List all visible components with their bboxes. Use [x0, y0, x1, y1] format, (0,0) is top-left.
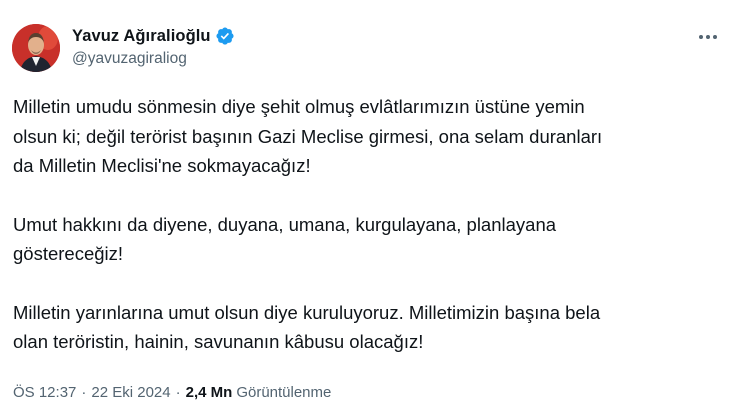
tweet-paragraph: Milletin yarınlarına umut olsun diye kur… — [13, 298, 713, 357]
tweet-line: Umut hakkını da diyene, duyana, umana, k… — [13, 213, 557, 235]
tweet-line: olan teröristin, hainin, savunanın kâbus… — [13, 331, 424, 352]
tweet-time[interactable]: ÖS 12:37 — [13, 384, 76, 401]
author-name[interactable]: Yavuz Ağıralioğlu — [72, 27, 211, 46]
tweet-line: Milletin yarınlarına umut olsun diye kur… — [13, 301, 601, 323]
tweet-line: Milletin umudu sönmesin diye şehit olmuş… — [13, 96, 585, 117]
author-block: Yavuz Ağıralioğlu @yavuzagiraliog — [72, 25, 235, 68]
more-dot — [713, 35, 717, 39]
tweet-line: da Milletin Meclisi'ne sokmayacağız! — [13, 155, 311, 176]
more-options-button[interactable] — [696, 30, 720, 44]
tweet-paragraph: Umut hakkını da diyene, duyana, umana, k… — [13, 210, 713, 269]
tweet-date[interactable]: 22 Eki 2024 — [91, 384, 170, 401]
more-dot — [706, 35, 710, 39]
author-handle[interactable]: @yavuzagiraliog — [72, 50, 235, 68]
tweet-line: göstereceğiz! — [13, 243, 124, 264]
meta-separator: · — [81, 384, 87, 401]
avatar[interactable] — [12, 24, 60, 72]
tweet-text: Milletin umudu sönmesin diye şehit olmuş… — [13, 92, 713, 357]
tweet-card: Yavuz Ağıralioğlu @yavuzagiraliog Millet… — [0, 0, 732, 413]
verified-badge-icon[interactable] — [215, 26, 235, 46]
tweet-meta: ÖS 12:37 · 22 Eki 2024 · 2,4 Mn Görüntül… — [13, 384, 331, 401]
tweet-paragraph: Milletin umudu sönmesin diye şehit olmuş… — [13, 92, 713, 181]
views-count[interactable]: 2,4 Mn — [186, 384, 233, 401]
meta-separator: · — [175, 384, 181, 401]
tweet-line: olsun ki; değil terörist başının Gazi Me… — [13, 125, 603, 147]
views-label[interactable]: Görüntülenme — [236, 384, 331, 401]
more-horizontal-icon — [699, 35, 703, 39]
